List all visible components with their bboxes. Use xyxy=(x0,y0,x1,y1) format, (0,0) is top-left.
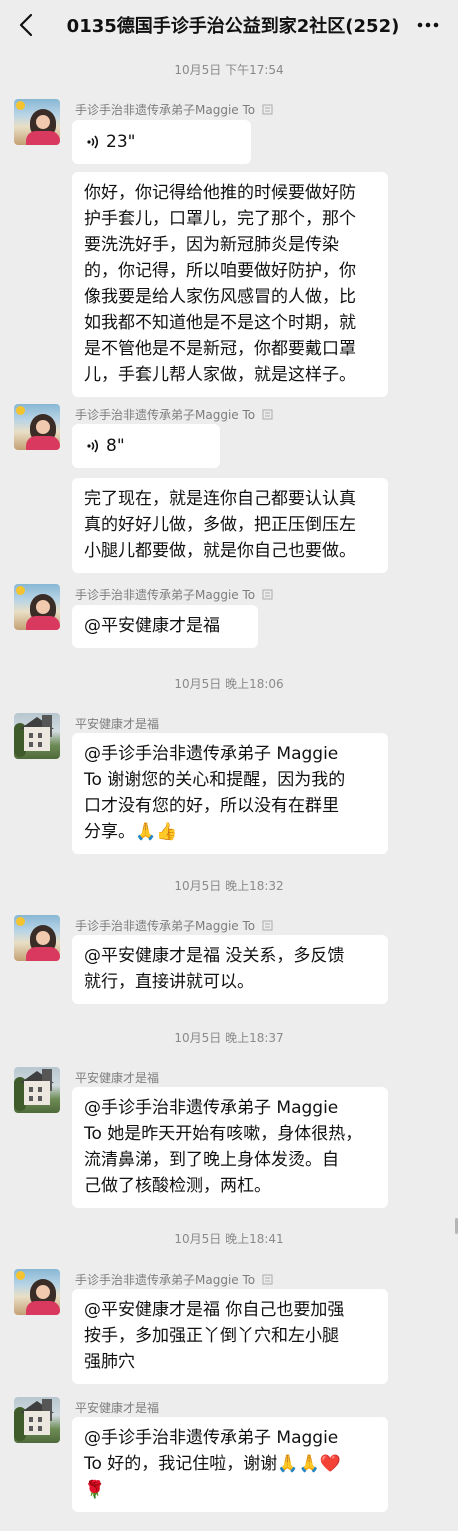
edit-note-icon xyxy=(262,104,273,115)
sender-name-text: 手诊手治非遗传承弟子Maggie To xyxy=(75,408,256,422)
timestamp: 10月5日 晚上18:32 xyxy=(174,879,284,893)
edit-note-icon xyxy=(262,1274,273,1285)
more-dots-icon xyxy=(417,22,439,28)
sender-name-text: 手诊手治非遗传承弟子Maggie To xyxy=(75,103,256,117)
sender-name: 平安健康才是福 xyxy=(75,1401,160,1415)
sender-name: 平安健康才是福 xyxy=(75,1071,160,1085)
voice-duration: 8" xyxy=(106,436,125,456)
message-bubble[interactable]: @手诊手治非遗传承弟子 Maggie To 她是昨天开始有咳嗽，身体很热， 流清… xyxy=(72,1087,388,1208)
message-bubble[interactable]: @平安健康才是福 你自己也要加强 按手，多加强正丫倒丫穴和左小腿 强肺穴 xyxy=(72,1289,388,1384)
chat-header: 0135德国手诊手治公益到家2社区(252) xyxy=(0,0,458,50)
timestamp: 10月5日 下午17:54 xyxy=(174,63,284,77)
message-bubble[interactable]: @平安健康才是福 没关系，多反馈 就行，直接讲就可以。 xyxy=(72,935,388,1004)
avatar[interactable] xyxy=(14,1067,60,1113)
edit-note-icon xyxy=(262,920,273,931)
voice-message[interactable]: 8" xyxy=(72,424,220,468)
back-button[interactable] xyxy=(12,10,40,40)
sender-name: 手诊手治非遗传承弟子Maggie To xyxy=(75,917,273,934)
avatar[interactable] xyxy=(14,584,60,630)
edit-note-icon xyxy=(262,409,273,420)
avatar[interactable] xyxy=(14,404,60,450)
message-bubble[interactable]: @手诊手治非遗传承弟子 Maggie To 好的，我记住啦，谢谢🙏🙏❤️ 🌹 xyxy=(72,1417,388,1512)
sender-name: 平安健康才是福 xyxy=(75,717,160,731)
sender-name: 手诊手治非遗传承弟子Maggie To xyxy=(75,101,273,118)
message-bubble[interactable]: 完了现在，就是连你自己都要认认真 真的好好儿做，多做，把正压倒压左 小腿儿都要做… xyxy=(72,478,388,573)
chat-title: 0135德国手诊手治公益到家2社区(252) xyxy=(66,16,400,37)
sender-name-text: 手诊手治非遗传承弟子Maggie To xyxy=(75,1273,256,1287)
timestamp: 10月5日 晚上18:06 xyxy=(174,677,284,691)
message-bubble[interactable]: @平安健康才是福 xyxy=(72,605,258,648)
message-bubble[interactable]: @手诊手治非遗传承弟子 Maggie To 谢谢您的关心和提醒，因为我的 口才没… xyxy=(72,733,388,854)
more-button[interactable] xyxy=(416,14,440,36)
sender-name-text: 手诊手治非遗传承弟子Maggie To xyxy=(75,588,256,602)
voice-wave-icon xyxy=(87,439,99,453)
chevron-left-icon xyxy=(19,13,33,37)
avatar[interactable] xyxy=(14,1269,60,1315)
sender-name: 手诊手治非遗传承弟子Maggie To xyxy=(75,406,273,423)
avatar[interactable] xyxy=(14,1397,60,1443)
sender-name: 手诊手治非遗传承弟子Maggie To xyxy=(75,586,273,603)
voice-duration: 23" xyxy=(106,132,136,152)
edit-note-icon xyxy=(262,589,273,600)
voice-message[interactable]: 23" xyxy=(72,120,251,164)
avatar[interactable] xyxy=(14,713,60,759)
voice-wave-icon xyxy=(87,135,99,149)
sender-name: 手诊手治非遗传承弟子Maggie To xyxy=(75,1271,273,1288)
timestamp: 10月5日 晚上18:41 xyxy=(174,1232,284,1246)
avatar[interactable] xyxy=(14,99,60,145)
timestamp: 10月5日 晚上18:37 xyxy=(174,1031,284,1045)
avatar[interactable] xyxy=(14,915,60,961)
message-bubble[interactable]: 你好，你记得给他推的时候要做好防 护手套儿，口罩儿，完了那个，那个 要洗洗好手，… xyxy=(72,172,388,397)
sender-name-text: 手诊手治非遗传承弟子Maggie To xyxy=(75,919,256,933)
